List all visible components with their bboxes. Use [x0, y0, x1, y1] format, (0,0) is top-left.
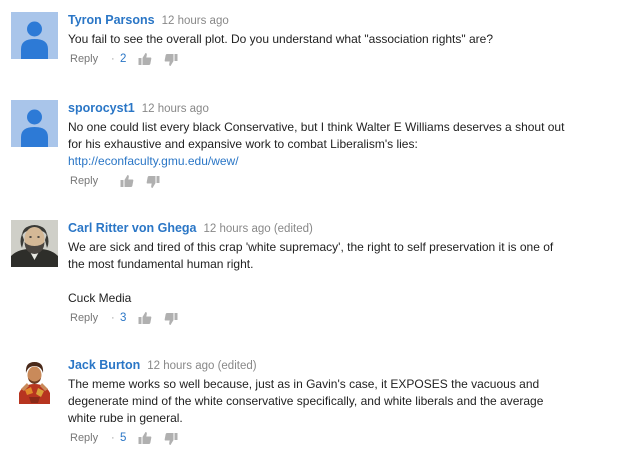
reply-button[interactable]: Reply [70, 53, 98, 65]
thumbs-down-icon[interactable] [164, 53, 178, 67]
portrait-avatar[interactable] [11, 220, 58, 267]
thumbs-down-icon[interactable] [164, 432, 178, 446]
thumbs-up-icon[interactable] [120, 174, 134, 188]
comment-paragraph: degenerate mind of the white conservativ… [68, 394, 544, 408]
comment-text: You fail to see the overall plot. Do you… [68, 31, 611, 48]
comment-paragraph: Cuck Media [68, 291, 132, 305]
comment-actions: Reply · 3 [68, 310, 611, 328]
comment-text: No one could list every black Conservati… [68, 119, 611, 170]
thumbs-down-icon[interactable] [164, 312, 178, 326]
separator-dot: · [111, 53, 115, 65]
comment-timestamp[interactable]: 12 hours ago [142, 103, 209, 115]
comment-paragraph: for his exhaustive and expansive work to… [68, 137, 418, 151]
like-count: 2 [120, 53, 127, 65]
thumbs-up-icon[interactable] [138, 311, 152, 325]
author-name[interactable]: Jack Burton [68, 358, 140, 372]
comment-paragraph: You fail to see the overall plot. Do you… [68, 32, 493, 46]
comment-timestamp[interactable]: 12 hours ago (edited) [147, 360, 256, 372]
thumbs-up-icon[interactable] [138, 52, 152, 66]
external-link[interactable]: http://econfaculty.gmu.edu/wew/ [68, 153, 611, 170]
reply-button[interactable]: Reply [70, 312, 98, 324]
separator-dot: · [111, 432, 115, 444]
comment-timestamp[interactable]: 12 hours ago (edited) [204, 223, 313, 235]
comment-paragraph: The meme works so well because, just as … [68, 377, 540, 391]
author-name[interactable]: Tyron Parsons [68, 13, 155, 27]
thumbs-down-icon[interactable] [146, 175, 160, 189]
comment-paragraph: the most fundamental human right. [68, 257, 254, 271]
comment-actions: Reply · 2 [68, 51, 611, 69]
comment-actions: Reply [68, 173, 611, 191]
comment-text: The meme works so well because, just as … [68, 376, 611, 427]
comment-text: We are sick and tired of this crap 'whit… [68, 239, 611, 307]
comment-timestamp[interactable]: 12 hours ago [162, 15, 229, 27]
photo-avatar[interactable] [11, 357, 58, 404]
comment-paragraph: No one could list every black Conservati… [68, 120, 565, 134]
comment-paragraph: white rube in general. [68, 411, 183, 425]
author-name[interactable]: Carl Ritter von Ghega [68, 221, 197, 235]
default-avatar-icon[interactable] [11, 100, 58, 147]
comment-actions: Reply · 5 [68, 430, 611, 448]
author-name[interactable]: sporocyst1 [68, 101, 135, 115]
comment-paragraph: We are sick and tired of this crap 'whit… [68, 240, 554, 254]
default-avatar-icon[interactable] [11, 12, 58, 59]
like-count: 5 [120, 432, 127, 444]
thumbs-up-icon[interactable] [138, 431, 152, 445]
separator-dot: · [111, 312, 115, 324]
reply-button[interactable]: Reply [70, 175, 98, 187]
reply-button[interactable]: Reply [70, 432, 98, 444]
like-count: 3 [120, 312, 127, 324]
